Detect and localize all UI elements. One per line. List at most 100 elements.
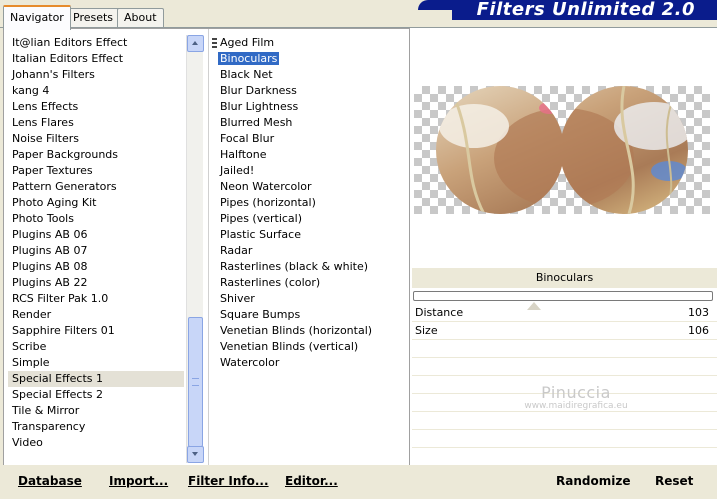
tab-presets[interactable]: Presets (66, 8, 121, 27)
filter-item-label: Aged Film (220, 36, 275, 49)
param-label: Size (415, 324, 438, 337)
filter-item[interactable]: Neon Watercolor (216, 179, 406, 195)
current-filter-label: Binoculars (412, 268, 717, 288)
binoculars-preview-image (436, 86, 688, 214)
reset-button[interactable]: Reset (655, 474, 693, 488)
preview-panel: Binoculars Distance 103 Size 106 Pinucci… (410, 28, 717, 484)
scroll-thumb[interactable] (188, 317, 203, 447)
category-item[interactable]: Plugins AB 07 (8, 243, 184, 259)
filter-item-label: Blur Lightness (220, 100, 299, 113)
filter-item[interactable]: Rasterlines (black & white) (216, 259, 406, 275)
category-item[interactable]: Noise Filters (8, 131, 184, 147)
category-item[interactable]: Render (8, 307, 184, 323)
database-button[interactable]: Database (18, 474, 82, 488)
filter-item-label: Plastic Surface (220, 228, 301, 241)
filter-item[interactable]: Halftone (216, 147, 406, 163)
scroll-up-icon[interactable] (187, 35, 204, 52)
tab-navigator[interactable]: Navigator (3, 5, 71, 30)
filter-info-button[interactable]: Filter Info... (188, 474, 269, 488)
filter-item-label: Jailed! (220, 164, 255, 177)
category-item[interactable]: Tile & Mirror (8, 403, 184, 419)
filter-item[interactable]: Jailed! (216, 163, 406, 179)
randomize-button[interactable]: Randomize (556, 474, 630, 488)
filter-item[interactable]: Blur Darkness (216, 83, 406, 99)
category-item[interactable]: kang 4 (8, 83, 184, 99)
empty-param-row (412, 340, 717, 358)
filter-item[interactable]: Radar (216, 243, 406, 259)
filter-list[interactable]: Aged Film Binoculars Black Net Blur Darknes… (216, 35, 406, 371)
list-divider (208, 29, 209, 466)
category-item[interactable]: Johann's Filters (8, 67, 184, 83)
filter-item[interactable]: Binoculars (216, 51, 406, 67)
navigator-panel: It@lian Editors Effect Italian Editors Ef… (3, 28, 410, 467)
category-item[interactable]: It@lian Editors Effect (8, 35, 184, 51)
filter-item-label: Rasterlines (black & white) (220, 260, 369, 273)
category-item[interactable]: RCS Filter Pak 1.0 (8, 291, 184, 307)
tab-about[interactable]: About (117, 8, 164, 27)
param-value: 103 (688, 306, 709, 319)
category-item[interactable]: Pattern Generators (8, 179, 184, 195)
filter-item-label: Venetian Blinds (horizontal) (220, 324, 373, 337)
filter-item[interactable]: Shiver (216, 291, 406, 307)
filter-item[interactable]: Venetian Blinds (vertical) (216, 339, 406, 355)
filter-item[interactable]: Square Bumps (216, 307, 406, 323)
filter-item[interactable]: Pipes (horizontal) (216, 195, 406, 211)
category-scrollbar[interactable] (186, 35, 204, 463)
filter-item[interactable]: Blurred Mesh (216, 115, 406, 131)
preview-canvas[interactable] (414, 86, 710, 214)
filter-item-label: Pipes (horizontal) (220, 196, 316, 209)
filter-item[interactable]: Pipes (vertical) (216, 211, 406, 227)
category-list[interactable]: It@lian Editors Effect Italian Editors Ef… (8, 35, 184, 451)
scroll-down-icon[interactable] (187, 446, 204, 463)
category-item[interactable]: Plugins AB 22 (8, 275, 184, 291)
param-label: Distance (415, 306, 464, 319)
slider-marker-icon[interactable] (527, 302, 541, 310)
category-item[interactable]: Transparency (8, 419, 184, 435)
param-value: 106 (688, 324, 709, 337)
category-item[interactable]: Paper Textures (8, 163, 184, 179)
category-item[interactable]: Special Effects 2 (8, 387, 184, 403)
filter-item[interactable]: Blur Lightness (216, 99, 406, 115)
category-item[interactable]: Lens Effects (8, 99, 184, 115)
param-size[interactable]: Size 106 (412, 322, 717, 340)
category-item[interactable]: Simple (8, 355, 184, 371)
category-item[interactable]: Plugins AB 06 (8, 227, 184, 243)
editor-button[interactable]: Editor... (285, 474, 338, 488)
category-item[interactable]: Plugins AB 08 (8, 259, 184, 275)
category-item[interactable]: Scribe (8, 339, 184, 355)
category-item[interactable]: Italian Editors Effect (8, 51, 184, 67)
category-item[interactable]: Lens Flares (8, 115, 184, 131)
watermark-title: Pinuccia (541, 383, 611, 402)
filter-item[interactable]: Watercolor (216, 355, 406, 371)
filter-item[interactable]: Venetian Blinds (horizontal) (216, 323, 406, 339)
filter-item[interactable]: Focal Blur (216, 131, 406, 147)
import-button[interactable]: Import... (109, 474, 168, 488)
empty-param-row (412, 412, 717, 430)
filter-item[interactable]: Aged Film (216, 35, 406, 51)
bottom-toolbar: Database Import... Filter Info... Editor… (0, 465, 717, 499)
category-item[interactable]: Photo Tools (8, 211, 184, 227)
app-title: Filters Unlimited 2.0 (476, 0, 695, 20)
filter-item-label: Square Bumps (220, 308, 301, 321)
progress-bar (413, 291, 713, 301)
param-distance[interactable]: Distance 103 (412, 302, 717, 322)
filter-item-label: Venetian Blinds (vertical) (220, 340, 359, 353)
category-item[interactable]: Video (8, 435, 184, 451)
filter-item-label: Focal Blur (220, 132, 275, 145)
filter-item-label: Binoculars (218, 52, 280, 65)
app-title-banner: Filters Unlimited 2.0 (412, 0, 717, 22)
empty-param-row (412, 430, 717, 448)
filter-item-label: Black Net (220, 68, 273, 81)
category-item[interactable]: Special Effects 1 (8, 371, 184, 387)
category-item[interactable]: Photo Aging Kit (8, 195, 184, 211)
filter-item-label: Radar (220, 244, 253, 257)
empty-param-row (412, 358, 717, 376)
watermark: Pinuccia www.maidiregrafica.eu (506, 383, 646, 411)
filter-item[interactable]: Rasterlines (color) (216, 275, 406, 291)
category-item[interactable]: Paper Backgrounds (8, 147, 184, 163)
category-item[interactable]: Sapphire Filters 01 (8, 323, 184, 339)
watermark-url: www.maidiregrafica.eu (524, 401, 628, 411)
filter-item[interactable]: Black Net (216, 67, 406, 83)
filter-item[interactable]: Plastic Surface (216, 227, 406, 243)
filter-item-label: Halftone (220, 148, 267, 161)
